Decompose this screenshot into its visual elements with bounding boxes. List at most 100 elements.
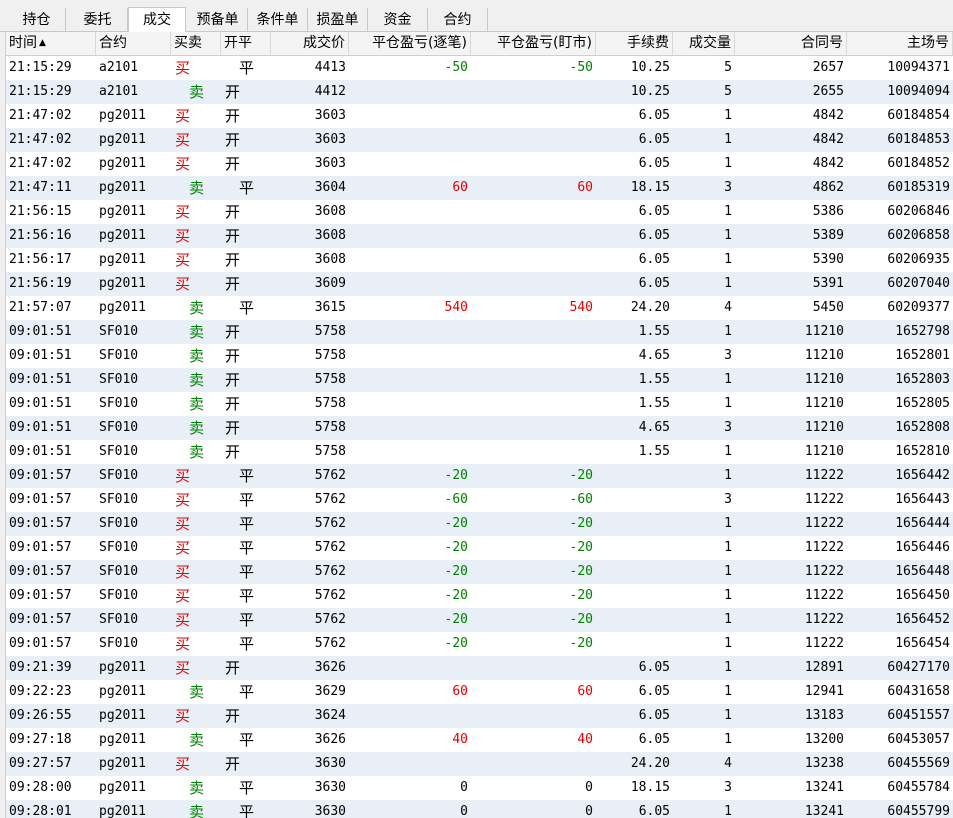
- cell-close-pnl-mtm: [471, 104, 596, 128]
- cell-volume: 1: [724, 228, 732, 243]
- cell-price: 5762: [314, 612, 346, 627]
- cell-time: 21:56:19: [9, 276, 72, 291]
- cell-exchange-no: 1652808: [895, 420, 950, 435]
- cell-time: 09:21:39: [9, 660, 72, 675]
- cell-close-pnl-trade: [349, 656, 471, 680]
- cell-time: 09:01:51: [9, 348, 72, 363]
- cell-exchange-no: 10094371: [887, 60, 950, 75]
- column-header-contract[interactable]: 合约: [96, 32, 171, 55]
- table-row[interactable]: 09:01:51 SF010 卖 开 5758 1.55 1 11210 1652810: [6, 440, 953, 464]
- table-row[interactable]: 09:28:01 pg2011 卖 平 3630 0 0 6.05 1 13241 60455799: [6, 800, 953, 818]
- cell-contract: SF010: [99, 372, 139, 387]
- table-row[interactable]: 21:47:02 pg2011 买 开 3603 6.05 1 4842 60184853: [6, 128, 953, 152]
- table-row[interactable]: 09:27:18 pg2011 卖 平 3626 40 40 6.05 1 13200 604530…: [6, 728, 953, 752]
- table-row[interactable]: 09:21:39 pg2011 买 开 3626 6.05 1 12891 60427170: [6, 656, 953, 680]
- table-row[interactable]: 09:26:55 pg2011 买 开 3624 6.05 1 13183 60451557: [6, 704, 953, 728]
- cell-direction: 买: [175, 563, 191, 581]
- tab-funds[interactable]: 资金: [368, 8, 428, 32]
- table-row[interactable]: 09:01:57 SF010 买 平 5762 -20 -20 1 11222 1656450: [6, 584, 953, 608]
- cell-contract-no: 5391: [812, 276, 844, 291]
- cell-time: 09:01:51: [9, 396, 72, 411]
- cell-close-pnl-trade: [349, 704, 471, 728]
- cell-direction: 买: [175, 467, 191, 485]
- cell-direction: 买: [175, 491, 191, 509]
- column-header-exchange-no[interactable]: 主场号: [847, 32, 953, 55]
- cell-price: 3603: [314, 156, 346, 171]
- table-row[interactable]: 09:01:57 SF010 买 平 5762 -20 -20 1 11222 1656442: [6, 464, 953, 488]
- table-row[interactable]: 09:01:57 SF010 买 平 5762 -20 -20 1 11222 1656446: [6, 536, 953, 560]
- cell-contract-no: 2655: [812, 84, 844, 99]
- cell-price: 3608: [314, 204, 346, 219]
- tab-positions[interactable]: 持仓: [8, 8, 66, 32]
- column-header-direction[interactable]: 买卖: [171, 32, 221, 55]
- cell-commission: [596, 512, 673, 536]
- table-row[interactable]: 21:56:19 pg2011 买 开 3609 6.05 1 5391 60207040: [6, 272, 953, 296]
- cell-contract-no: 11222: [804, 612, 844, 627]
- table-row[interactable]: 09:01:57 SF010 买 平 5762 -20 -20 1 11222 1656448: [6, 560, 953, 584]
- table-row[interactable]: 09:01:57 SF010 买 平 5762 -20 -20 1 11222 1656454: [6, 632, 953, 656]
- cell-direction: 卖: [189, 347, 205, 365]
- table-row[interactable]: 21:57:07 pg2011 卖 平 3615 540 540 24.20 4 5450 6020…: [6, 296, 953, 320]
- cell-volume: 1: [724, 108, 732, 123]
- cell-contract-no: 13241: [804, 804, 844, 818]
- cell-close-pnl-trade: -50: [444, 60, 468, 75]
- table-row[interactable]: 09:27:57 pg2011 买 开 3630 24.20 4 13238 60455569: [6, 752, 953, 776]
- tab-stop-orders[interactable]: 损盈单: [308, 8, 368, 32]
- cell-volume: 4: [724, 756, 732, 771]
- table-row[interactable]: 09:01:51 SF010 卖 开 5758 4.65 3 11210 1652808: [6, 416, 953, 440]
- cell-price: 3609: [314, 276, 346, 291]
- cell-exchange-no: 1656443: [895, 492, 950, 507]
- table-row[interactable]: 09:01:57 SF010 买 平 5762 -60 -60 3 11222 1656443: [6, 488, 953, 512]
- column-header-offset[interactable]: 开平: [221, 32, 271, 55]
- table-row[interactable]: 21:56:15 pg2011 买 开 3608 6.05 1 5386 60206846: [6, 200, 953, 224]
- cell-contract-no: 11222: [804, 492, 844, 507]
- table-row[interactable]: 21:15:29 a2101 买 平 4413 -50 -50 10.25 5 2657 10094…: [6, 56, 953, 80]
- column-header-time[interactable]: 时间 ▲: [6, 32, 96, 55]
- tab-pre-orders[interactable]: 预备单: [188, 8, 248, 32]
- table-row[interactable]: 09:22:23 pg2011 卖 平 3629 60 60 6.05 1 12941 604316…: [6, 680, 953, 704]
- cell-close-pnl-trade: [349, 368, 471, 392]
- table-row[interactable]: 21:15:29 a2101 卖 开 4412 10.25 5 2655 10094094: [6, 80, 953, 104]
- cell-volume: 1: [724, 708, 732, 723]
- table-row[interactable]: 09:01:51 SF010 卖 开 5758 1.55 1 11210 1652805: [6, 392, 953, 416]
- column-header-price[interactable]: 成交价: [271, 32, 349, 55]
- table-row[interactable]: 21:56:16 pg2011 买 开 3608 6.05 1 5389 60206858: [6, 224, 953, 248]
- column-header-commission[interactable]: 手续费: [596, 32, 673, 55]
- tab-orders[interactable]: 委托: [68, 8, 128, 32]
- cell-contract: pg2011: [99, 732, 146, 747]
- table-row[interactable]: 09:01:51 SF010 卖 开 5758 1.55 1 11210 1652803: [6, 368, 953, 392]
- cell-close-pnl-mtm: [471, 440, 596, 464]
- cell-volume: 1: [724, 324, 732, 339]
- table-row[interactable]: 09:01:51 SF010 卖 开 5758 1.55 1 11210 1652798: [6, 320, 953, 344]
- cell-offset: 开: [225, 395, 241, 413]
- cell-close-pnl-mtm: [471, 200, 596, 224]
- tab-conditional-orders[interactable]: 条件单: [248, 8, 308, 32]
- cell-direction: 买: [175, 131, 191, 149]
- table-row[interactable]: 09:01:51 SF010 卖 开 5758 4.65 3 11210 1652801: [6, 344, 953, 368]
- table-row[interactable]: 21:47:02 pg2011 买 开 3603 6.05 1 4842 60184854: [6, 104, 953, 128]
- column-header-close-pnl-mtm[interactable]: 平仓盈亏(盯市): [471, 32, 596, 55]
- cell-commission: [596, 632, 673, 656]
- cell-price: 5762: [314, 636, 346, 651]
- cell-exchange-no: 60206846: [887, 204, 950, 219]
- column-header-volume[interactable]: 成交量: [673, 32, 735, 55]
- table-row[interactable]: 09:01:57 SF010 买 平 5762 -20 -20 1 11222 1656444: [6, 512, 953, 536]
- cell-offset: 平: [239, 779, 255, 797]
- tab-trades[interactable]: 成交: [128, 7, 186, 32]
- table-row[interactable]: 21:47:02 pg2011 买 开 3603 6.05 1 4842 60184852: [6, 152, 953, 176]
- cell-time: 09:27:57: [9, 756, 72, 771]
- table-row[interactable]: 21:56:17 pg2011 买 开 3608 6.05 1 5390 60206935: [6, 248, 953, 272]
- cell-close-pnl-mtm: [471, 272, 596, 296]
- cell-commission: 24.20: [630, 300, 670, 315]
- cell-price: 5762: [314, 468, 346, 483]
- tab-contracts[interactable]: 合约: [428, 8, 488, 32]
- column-header-close-pnl-trade[interactable]: 平仓盈亏(逐笔): [349, 32, 471, 55]
- table-row[interactable]: 21:47:11 pg2011 卖 平 3604 60 60 18.15 3 4862 601853…: [6, 176, 953, 200]
- cell-exchange-no: 60206935: [887, 252, 950, 267]
- table-row[interactable]: 09:01:57 SF010 买 平 5762 -20 -20 1 11222 1656452: [6, 608, 953, 632]
- cell-offset: 开: [225, 275, 241, 293]
- cell-contract-no: 11222: [804, 516, 844, 531]
- column-header-contract-no[interactable]: 合同号: [735, 32, 847, 55]
- table-row[interactable]: 09:28:00 pg2011 卖 平 3630 0 0 18.15 3 13241 6045578…: [6, 776, 953, 800]
- cell-contract: pg2011: [99, 204, 146, 219]
